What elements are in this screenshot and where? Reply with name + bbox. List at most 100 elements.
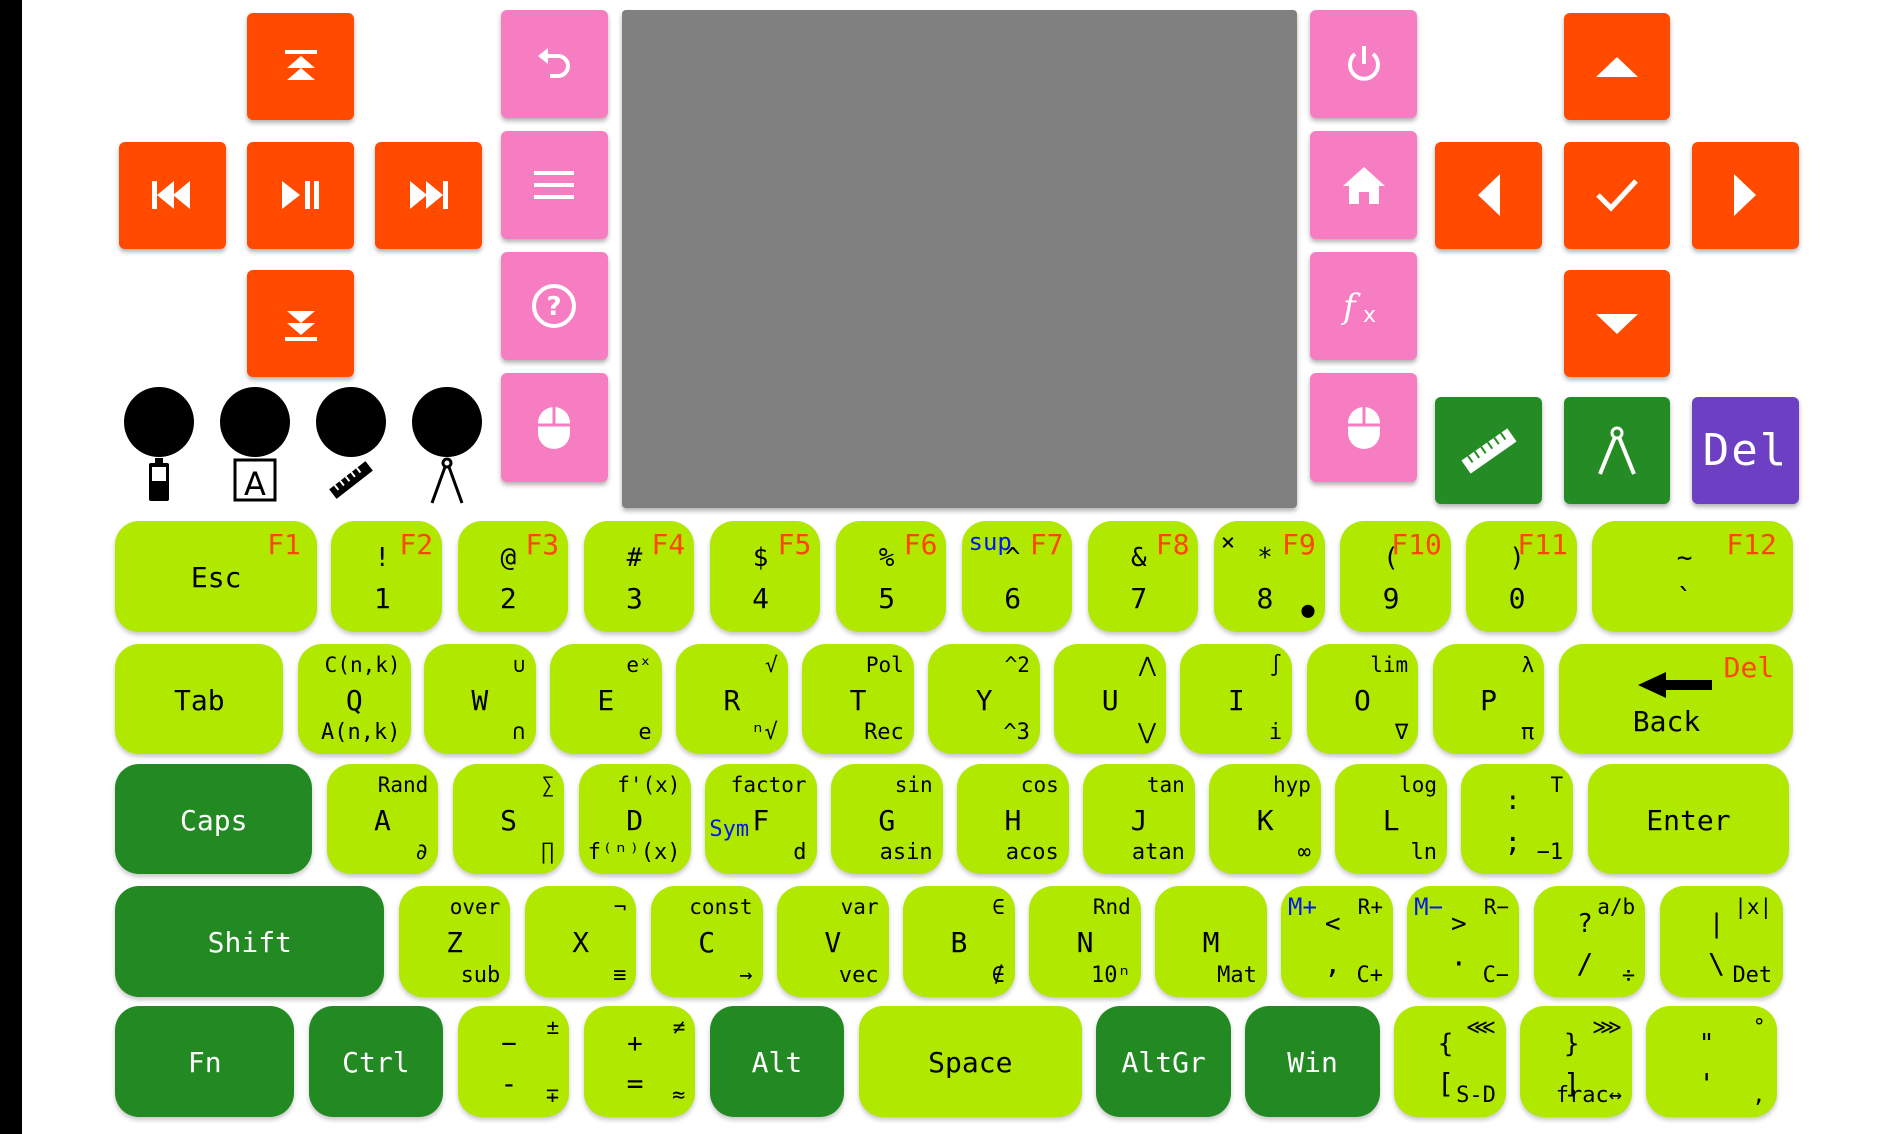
key-1[interactable]: 1! F2 [331,521,442,632]
key-sym0-11[interactable]: ` ~ F12 [1592,521,1793,632]
key-t[interactable]: T Pol Rec [802,643,914,755]
key-f[interactable]: Ffactor d Sym [704,763,817,875]
key-sym4-2[interactable]: - − ± ∓ [457,1006,570,1117]
key-fn[interactable]: Fn [115,1006,295,1117]
key-k[interactable]: Khyp ∞ [1209,763,1321,875]
key-sym3-8[interactable]: , < R+ C+ M+ [1281,886,1394,997]
arrow-down-button[interactable] [1563,270,1671,378]
key-q[interactable]: Q C(n,k) A(n,k) [297,643,411,755]
key-sym4-3[interactable]: = + ≠ ≈ [583,1006,696,1117]
key-c[interactable]: Cconst → [650,886,763,997]
key-s[interactable]: S ∑ ∏ [452,763,565,875]
key-g[interactable]: Gsin asin [831,763,943,875]
arrow-up-icon [1594,55,1640,79]
key-back[interactable]: Back Del [1558,643,1793,755]
key-main-label: ` [1676,582,1694,616]
key-u[interactable]: U ⋀ ⋁ [1054,643,1167,755]
key-main-label: Enter [1646,803,1731,837]
svg-text:x: x [1363,303,1376,328]
next-track-button[interactable] [374,141,482,249]
key-sym4-8[interactable]: [{⋘ S-D [1394,1006,1506,1117]
skip-to-bottom-button[interactable] [247,270,355,378]
key-z[interactable]: Zover sub [398,886,511,997]
checkmark-button[interactable] [1563,141,1671,249]
key-ctrl[interactable]: Ctrl [308,1006,444,1117]
next-track-icon [406,177,450,213]
key-sym4-9[interactable]: ]} ⋙ frac↔ [1520,1006,1632,1117]
previous-track-button[interactable] [118,141,226,249]
key-x[interactable]: X ¬ ≡ [524,886,637,997]
key-shift[interactable]: Shift [115,886,385,997]
key-n[interactable]: N Rnd 10ⁿ [1029,886,1141,997]
key-sym2-10[interactable]: ;: T −1 [1461,763,1574,875]
key-main-label: 9 [1382,582,1400,616]
key-alt2-label: π [1521,720,1535,746]
key-main-label: U [1101,683,1119,717]
key-8[interactable]: 8 * ● F9 × [1214,521,1325,632]
key-7[interactable]: 7 & F8 [1088,521,1199,632]
compass-icon [1592,424,1642,478]
undo-button[interactable] [500,9,608,118]
key-p[interactable]: Pλ π [1432,643,1545,755]
key-y[interactable]: Y ^2 ^3 [928,643,1040,755]
key-sym4-10[interactable]: ' " °, [1646,1006,1778,1117]
key-esc[interactable]: Esc F1 [115,521,318,632]
key-i[interactable]: I ∫ i [1180,643,1293,755]
home-button[interactable] [1310,130,1418,239]
key-d[interactable]: Df'(x) f⁽ⁿ⁾(x) [578,763,691,875]
touchpad-area[interactable] [622,10,1297,508]
key-main-label: 3 [626,582,643,616]
compass-button[interactable] [1563,397,1671,505]
key-alt[interactable]: Alt [709,1006,845,1117]
key-alt-label: |x| [1734,895,1773,920]
key-m[interactable]: M Mat [1155,886,1267,997]
key-3[interactable]: 3 # F4 [583,521,695,632]
function-button[interactable]: fx [1310,252,1418,361]
arrow-right-button[interactable] [1692,141,1799,249]
key-sym3-11[interactable]: \ | |x| Det [1659,886,1784,997]
key-l[interactable]: Llog ln [1335,763,1448,875]
key-main-label: X [572,926,590,960]
power-button[interactable] [1310,9,1418,118]
play-pause-button[interactable] [247,141,355,249]
ruler-button[interactable] [1435,397,1542,505]
key-enter[interactable]: Enter [1587,763,1790,875]
key-a[interactable]: A Rand ∂ [326,763,439,875]
arrow-left-button[interactable] [1435,141,1542,249]
menu-button[interactable] [500,130,608,239]
help-button[interactable]: ? [500,252,608,361]
key-2[interactable]: 2 @ F3 [457,521,568,632]
key-space[interactable]: Space [858,1006,1082,1117]
key-0[interactable]: 0) F11 [1466,521,1577,632]
key-win[interactable]: Win [1245,1006,1380,1117]
key-w[interactable]: W ∪ ∩ [423,643,536,755]
key-v[interactable]: Vvar vec [776,886,889,997]
key-alt2-label: ≈ [672,1082,686,1108]
key-caps[interactable]: Caps [115,763,313,875]
key-alt-label: ± [546,1015,560,1040]
key-fn-label: F8 [1155,528,1190,562]
key-alt2-label: A(n,k) [321,720,401,746]
mouse-button[interactable] [500,373,608,482]
arrow-up-button[interactable] [1563,13,1671,121]
skip-to-bottom-icon [281,304,321,344]
key-b[interactable]: B ∈ ∉ [903,886,1015,997]
delete-button[interactable]: Del [1692,397,1799,505]
key-o[interactable]: Olim ∇ [1306,643,1419,755]
key-j[interactable]: Jtan atan [1083,763,1195,875]
key-9[interactable]: 9(F10 [1340,521,1451,632]
key-alt-label: Rand [377,772,429,797]
skip-to-top-button[interactable] [247,13,355,121]
mouse-button[interactable] [1310,373,1418,482]
key-e[interactable]: Eeˣ e [550,643,662,755]
key-5[interactable]: 5% F6 [835,521,947,632]
key-sym3-10[interactable]: /? a/b ÷ [1533,886,1646,997]
key-altgr[interactable]: AltGr [1096,1006,1231,1117]
key-4[interactable]: 4 $ F5 [709,521,821,632]
key-6[interactable]: 6 ^ F7 sup [961,521,1073,632]
key-tab[interactable]: Tab [115,643,284,755]
key-r[interactable]: R √ ⁿ√ [676,643,788,755]
key-main-label: I [1227,683,1245,717]
key-sym3-9[interactable]: · > R− C− M− [1407,886,1520,997]
key-h[interactable]: Hcos acos [957,763,1069,875]
